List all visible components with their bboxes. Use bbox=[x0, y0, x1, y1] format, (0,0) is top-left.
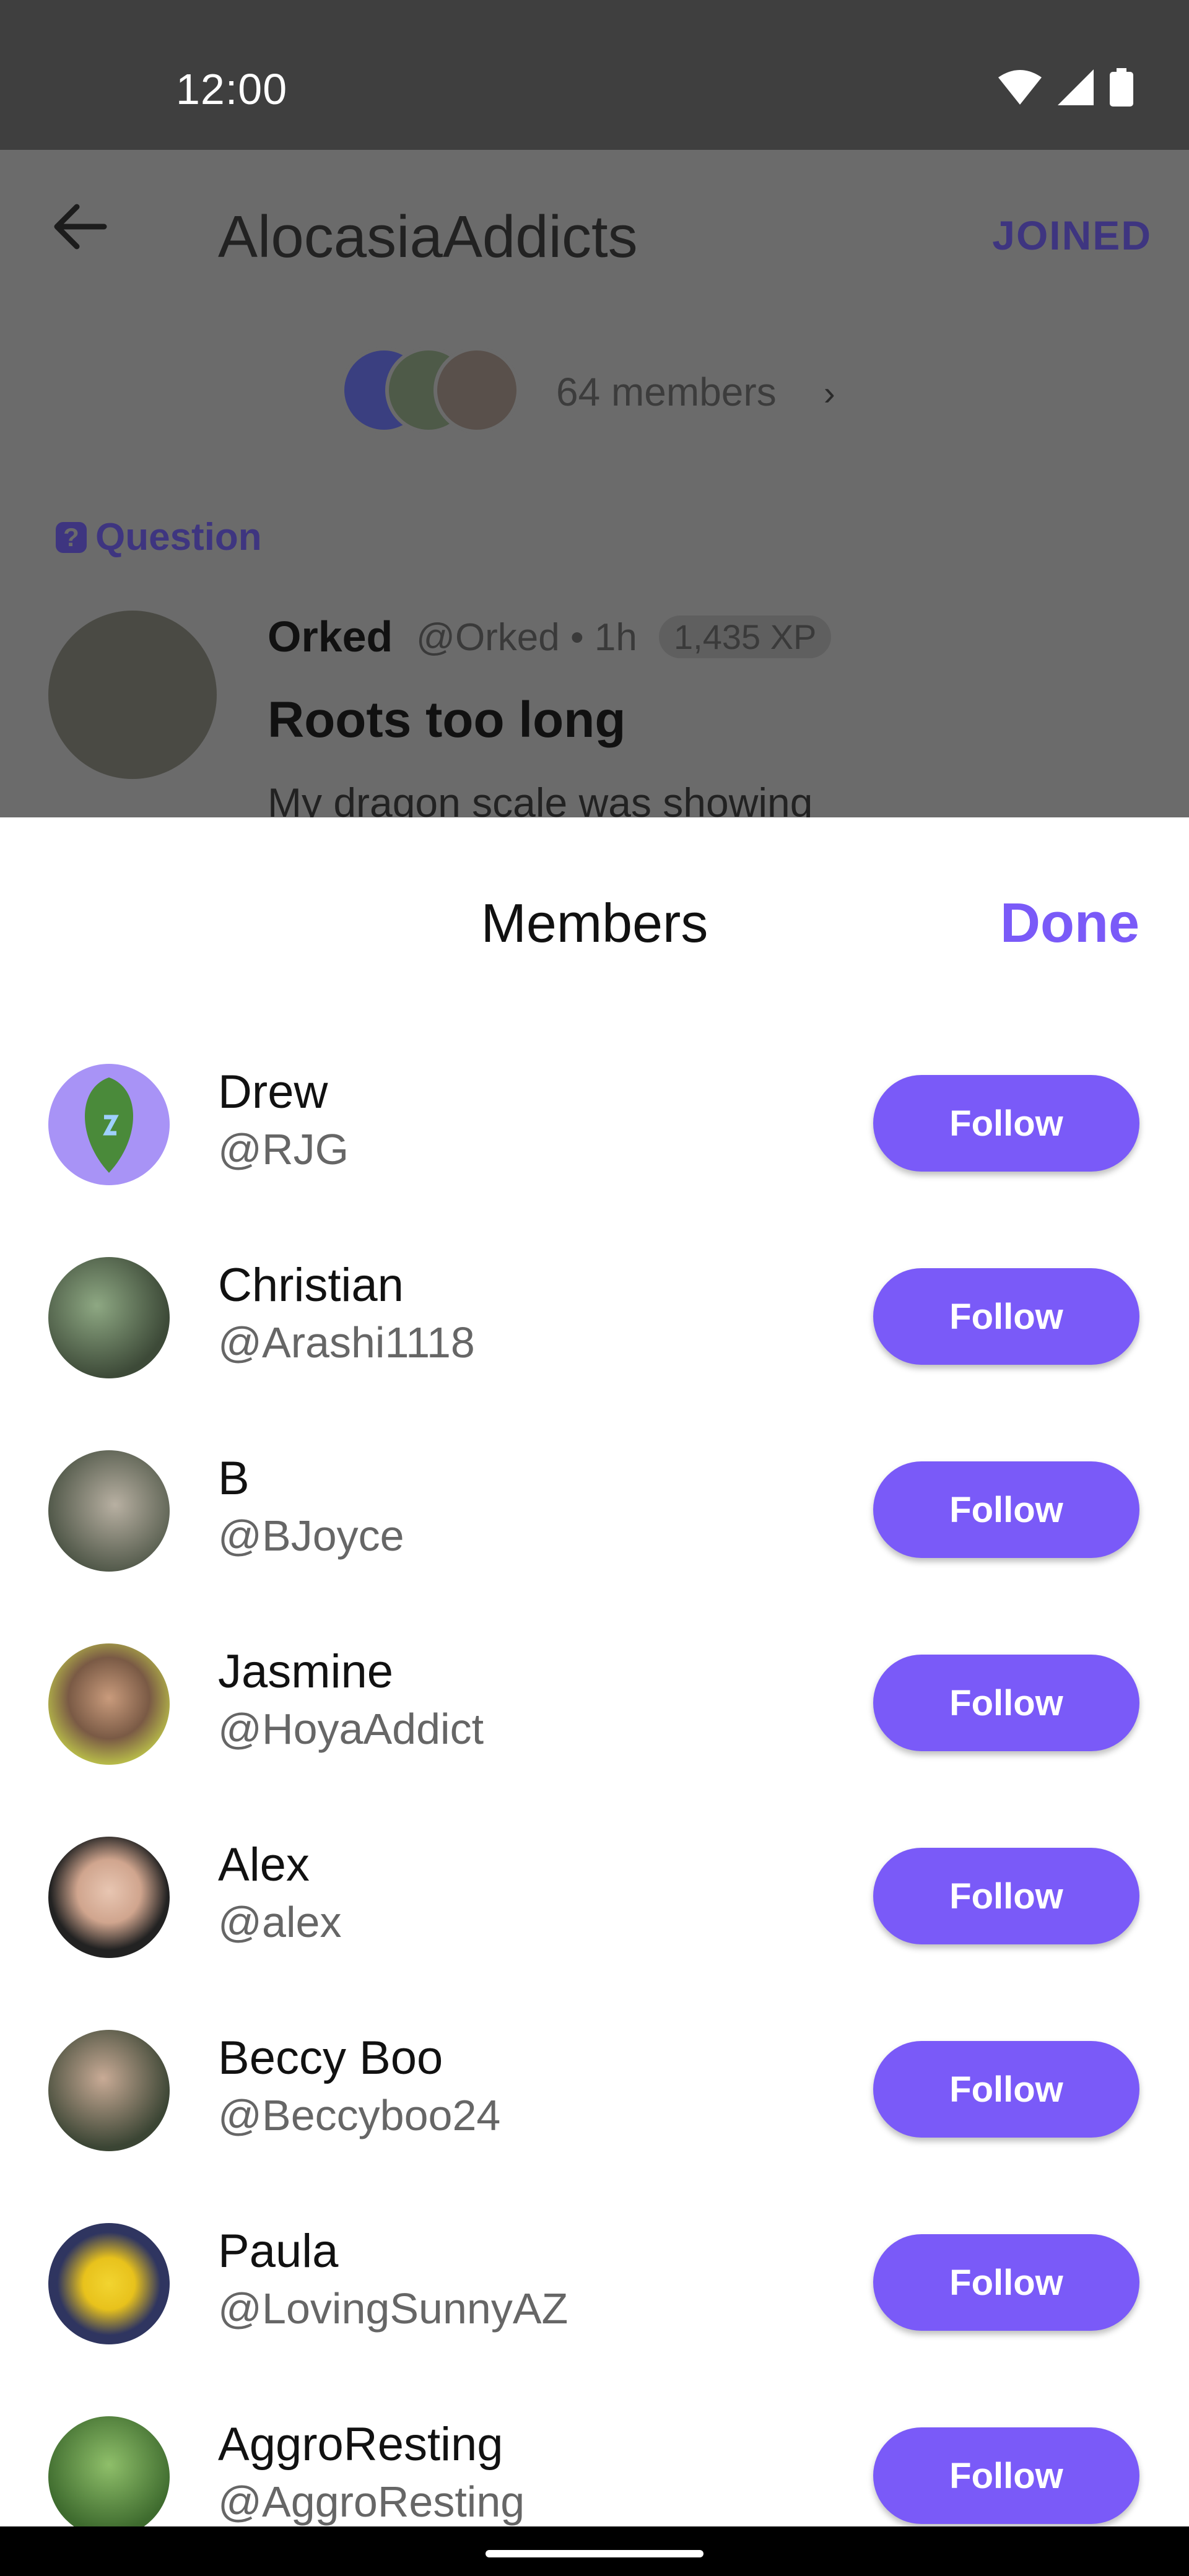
avatar bbox=[433, 347, 520, 433]
member-name: AggroResting bbox=[218, 2418, 503, 2471]
post-author-avatar[interactable] bbox=[48, 611, 217, 779]
members-count[interactable]: 64 members bbox=[556, 369, 777, 415]
member-handle: @alex bbox=[218, 1898, 342, 1946]
xp-badge: 1,435 XP bbox=[659, 616, 832, 658]
avatar bbox=[48, 1450, 170, 1572]
follow-button[interactable]: Follow bbox=[873, 1075, 1139, 1172]
follow-button[interactable]: Follow bbox=[873, 1655, 1139, 1751]
list-item[interactable]: Jasmine @HoyaAddict Follow bbox=[0, 1643, 1189, 1837]
member-name: Jasmine bbox=[218, 1645, 393, 1698]
avatar bbox=[48, 1643, 170, 1765]
member-handle: @BJoyce bbox=[218, 1512, 404, 1560]
member-name: B bbox=[218, 1452, 250, 1505]
navigation-bar bbox=[0, 2526, 1189, 2576]
follow-button[interactable]: Follow bbox=[873, 2234, 1139, 2331]
follow-button[interactable]: Follow bbox=[873, 2041, 1139, 2138]
status-icons bbox=[998, 68, 1133, 107]
list-item[interactable]: AggroResting @AggroResting Follow bbox=[0, 2416, 1189, 2526]
avatar bbox=[48, 2030, 170, 2151]
status-bar: 12:00 bbox=[0, 0, 1189, 150]
member-name: Paula bbox=[218, 2225, 339, 2278]
avatar bbox=[48, 2416, 170, 2526]
post-body[interactable]: My dragon scale was showing bbox=[268, 779, 812, 817]
member-avatar-stack[interactable] bbox=[341, 347, 526, 440]
member-handle: @Beccyboo24 bbox=[218, 2091, 501, 2139]
member-name: Drew bbox=[218, 1066, 328, 1118]
status-time: 12:00 bbox=[176, 65, 288, 113]
back-arrow-icon[interactable] bbox=[52, 202, 108, 251]
members-sheet: Members Done Drew @RJG Follow Christian … bbox=[0, 817, 1189, 2526]
follow-button[interactable]: Follow bbox=[873, 1848, 1139, 1944]
avatar bbox=[48, 1837, 170, 1958]
member-name: Christian bbox=[218, 1259, 404, 1312]
list-item[interactable]: Drew @RJG Follow bbox=[0, 1064, 1189, 1257]
list-item[interactable]: Paula @LovingSunnyAZ Follow bbox=[0, 2223, 1189, 2416]
avatar bbox=[48, 1064, 170, 1185]
list-item[interactable]: Beccy Boo @Beccyboo24 Follow bbox=[0, 2030, 1189, 2223]
post-type-text: Question bbox=[95, 516, 262, 559]
joined-button[interactable]: JOINED bbox=[992, 212, 1152, 259]
member-name: Alex bbox=[218, 1838, 310, 1891]
member-handle: @AggroResting bbox=[218, 2478, 525, 2526]
post-type-label: ? Question bbox=[56, 515, 262, 559]
member-handle: @Arashi1118 bbox=[218, 1318, 475, 1367]
group-page-background: AlocasiaAddicts JOINED 64 members › ? Qu… bbox=[0, 150, 1189, 817]
leaf-avatar-icon bbox=[85, 1077, 133, 1173]
follow-button[interactable]: Follow bbox=[873, 2427, 1139, 2524]
follow-button[interactable]: Follow bbox=[873, 1461, 1139, 1558]
post-author[interactable]: Orked bbox=[268, 612, 393, 661]
post-title[interactable]: Roots too long bbox=[268, 691, 625, 749]
avatar bbox=[48, 1257, 170, 1378]
chevron-right-icon[interactable]: › bbox=[824, 373, 835, 413]
signal-icon bbox=[1058, 69, 1094, 105]
question-icon: ? bbox=[56, 521, 87, 553]
member-handle: @LovingSunnyAZ bbox=[218, 2284, 568, 2333]
avatar bbox=[48, 2223, 170, 2344]
list-item[interactable]: Christian @Arashi1118 Follow bbox=[0, 1257, 1189, 1450]
home-gesture-handle[interactable] bbox=[486, 2550, 703, 2557]
list-item[interactable]: B @BJoyce Follow bbox=[0, 1450, 1189, 1643]
member-name: Beccy Boo bbox=[218, 2032, 443, 2084]
wifi-icon bbox=[998, 70, 1042, 105]
done-button[interactable]: Done bbox=[1000, 892, 1139, 955]
list-item[interactable]: Alex @alex Follow bbox=[0, 1837, 1189, 2030]
member-handle: @RJG bbox=[218, 1125, 349, 1173]
follow-button[interactable]: Follow bbox=[873, 1268, 1139, 1365]
battery-icon bbox=[1110, 68, 1133, 107]
member-handle: @HoyaAddict bbox=[218, 1705, 484, 1753]
post-meta: @Orked • 1h bbox=[416, 616, 637, 659]
group-title: AlocasiaAddicts bbox=[218, 204, 638, 270]
